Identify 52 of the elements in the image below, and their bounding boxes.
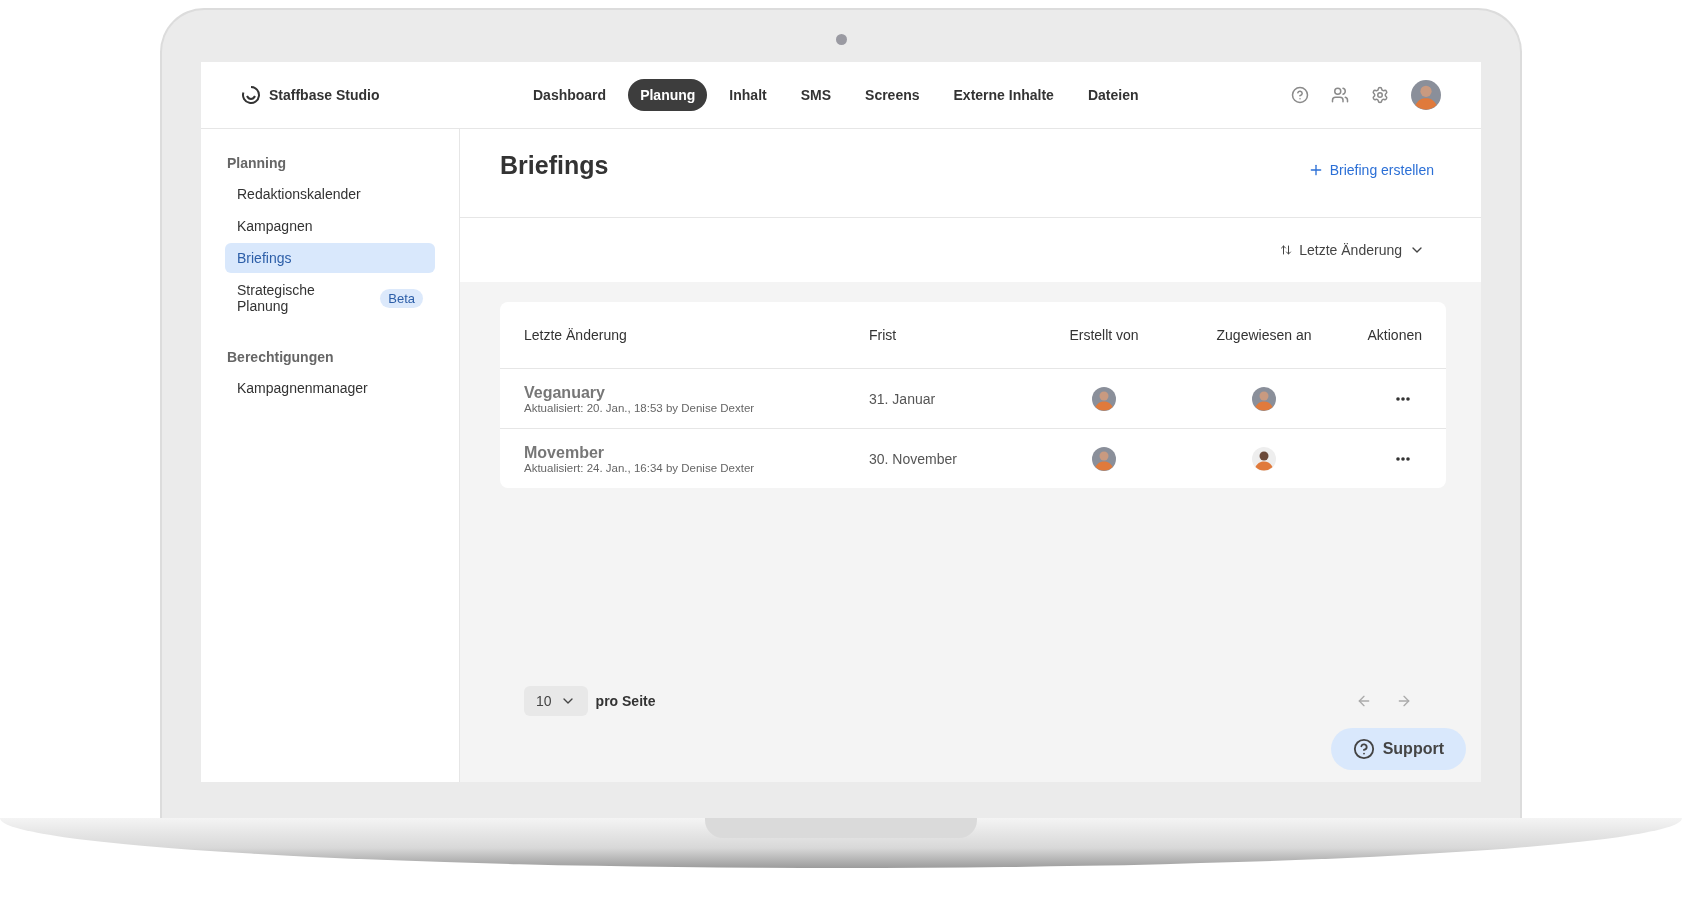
section-title: Planning [227, 155, 288, 171]
column-header: Letzte Änderung [524, 327, 628, 343]
section-title: Berechtigungen [227, 349, 335, 365]
avatar-icon [1092, 446, 1116, 471]
page-title: Briefings [500, 150, 609, 180]
camera-icon [836, 34, 847, 45]
sidebar-item[interactable]: Kampagnen [225, 211, 435, 241]
nav-tab[interactable]: Inhalt [717, 79, 779, 111]
briefing-title[interactable]: Movember [524, 443, 869, 462]
update-info: Aktualisiert: 24. Jan., 16:34 by Denise Dexter [524, 461, 756, 474]
ellipsis-icon [1396, 396, 1410, 401]
sidebar-item[interactable]: Redaktionskalender [225, 179, 435, 209]
sort-dropdown[interactable]: Letzte Änderung [1274, 241, 1431, 259]
settings-icon[interactable] [1371, 86, 1389, 104]
sidebar-item[interactable]: Kampagnenmanager [225, 373, 435, 403]
ellipsis-icon [1396, 456, 1410, 461]
column-header: Aktionen [1366, 327, 1422, 343]
nav-tab[interactable]: Dateien [1075, 79, 1151, 111]
help-icon[interactable] [1291, 86, 1309, 104]
column-header: Zugewiesen an [1215, 327, 1313, 343]
per-page-label: pro Seite [595, 693, 656, 709]
user-avatar[interactable] [1411, 80, 1441, 110]
people-icon[interactable] [1331, 86, 1349, 104]
nav-tab[interactable]: Planung [628, 79, 708, 111]
previous-page-icon[interactable] [1356, 693, 1372, 709]
next-page-icon[interactable] [1396, 693, 1412, 709]
update-info: Aktualisiert: 20. Jan., 18:53 by Denise Dexter [524, 401, 756, 414]
brand-name: Staffbase Studio [269, 87, 380, 103]
column-header: Erstellt von [1068, 327, 1140, 343]
avatar-icon [1252, 386, 1276, 411]
nav-tab[interactable]: Screens [853, 79, 932, 111]
create-briefing-button[interactable]: Briefing erstellen [1307, 162, 1434, 178]
nav-tab[interactable]: SMS [788, 79, 844, 111]
sidebar-item-label: Strategische Planung [237, 282, 316, 314]
page-size-select[interactable]: 10 [524, 686, 588, 716]
briefing-title[interactable]: Veganuary [524, 383, 869, 402]
sort-icon [1280, 244, 1293, 256]
support-button[interactable]: Support [1330, 728, 1466, 770]
more-button[interactable] [1396, 456, 1410, 461]
column-header: Frist [869, 327, 898, 343]
logo-icon [241, 85, 261, 105]
sidebar-item[interactable]: Briefings [225, 243, 435, 273]
sidebar-item[interactable]: Strategische Planung Beta [225, 275, 435, 321]
beta-tag: Beta [380, 288, 423, 308]
avatar-icon [1252, 446, 1276, 471]
more-button[interactable] [1396, 396, 1410, 401]
nav-tab[interactable]: Dashboard [521, 79, 619, 111]
nav-tab[interactable]: Externe Inhalte [941, 79, 1066, 111]
help-icon [1352, 738, 1375, 760]
deadline-cell-text: 30. November [869, 450, 958, 467]
avatar-icon [1092, 386, 1116, 411]
deadline-cell-text: 31. Januar [869, 390, 937, 407]
